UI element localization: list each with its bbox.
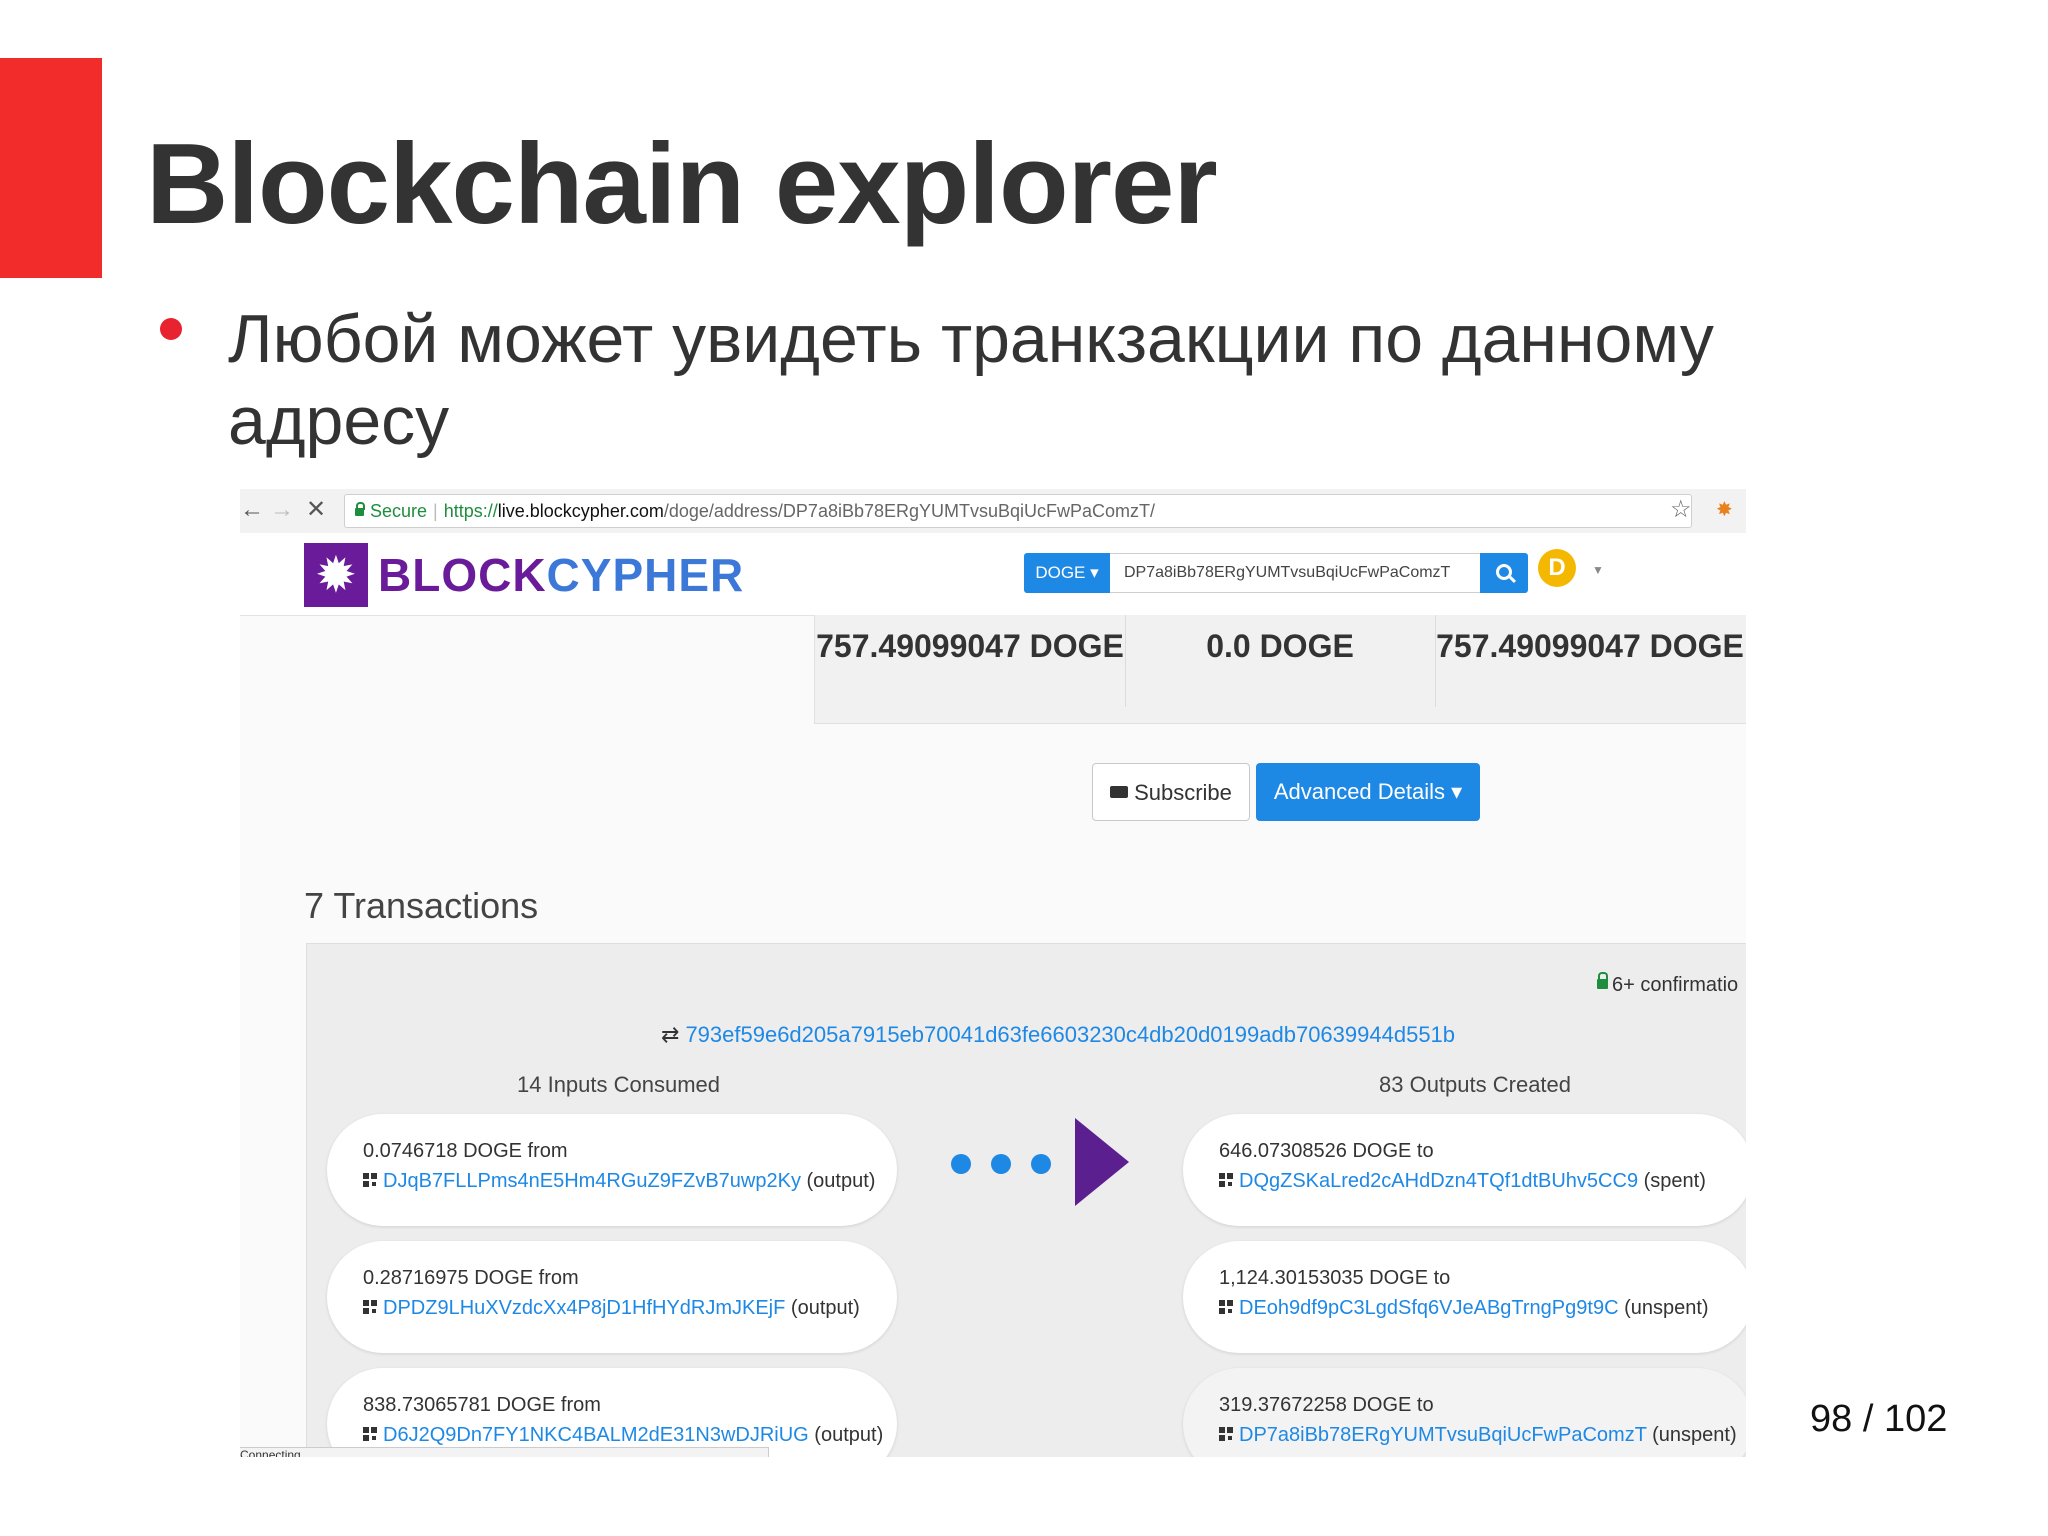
outputs-heading: 83 Outputs Created: [1379, 1072, 1572, 1097]
exchange-arrows-icon: ⇄: [661, 1022, 680, 1047]
output-item: 319.37672258 DOGE to DP7a8iBb78ERgYUMTvs…: [1183, 1368, 1746, 1457]
confirmations-text: 6+ confirmatio: [1612, 974, 1739, 996]
output-address: DP7a8iBb78ERgYUMTvsuBqiUcFwPaComzT: [1239, 1424, 1647, 1446]
lock-icon: [355, 502, 365, 517]
input-address: DPDZ9LHuXVzdcXx4P8jD1HfHYdRJmJKEjF: [383, 1297, 786, 1319]
output-amount: 319.37672258 DOGE to: [1219, 1394, 1434, 1416]
address-bar[interactable]: Secure | https://live.blockcypher.com/doge…: [344, 494, 1692, 528]
search-button[interactable]: [1480, 553, 1528, 593]
flow-dot: [991, 1154, 1011, 1174]
page-number: 98 / 102: [1810, 1398, 1948, 1440]
output-status: (unspent): [1624, 1297, 1709, 1319]
slide-accent-bar: [0, 58, 102, 278]
output-address: DQgZSKaLred2cAHdDzn4TQf1dtBUhv5CC9: [1239, 1170, 1639, 1192]
forward-icon[interactable]: →: [270, 495, 294, 525]
logo-text-cypher: CYPHER: [546, 549, 745, 601]
doge-coin-icon[interactable]: D: [1538, 549, 1576, 587]
input-address-link[interactable]: DPDZ9LHuXVzdcXx4P8jD1HfHYdRJmJKEjF (outp…: [363, 1297, 860, 1320]
subscribe-button[interactable]: Subscribe: [1092, 763, 1250, 821]
transactions-heading: 7 Transactions: [304, 885, 539, 926]
output-item: 646.07308526 DOGE to DQgZSKaLred2cAHdDzn…: [1183, 1114, 1746, 1226]
qr-code-icon: [1219, 1426, 1233, 1441]
output-address-link[interactable]: DEoh9df9pC3LgdSfq6VJeABgTrngPg9t9C (unsp…: [1219, 1297, 1709, 1320]
secure-label: Secure: [370, 501, 428, 521]
input-address-link[interactable]: D6J2Q9Dn7FY1NKC4BALM2dE31N3wDJRiUG (outp…: [363, 1424, 883, 1447]
bookmark-star-icon[interactable]: ☆: [1670, 495, 1692, 524]
input-address-link[interactable]: DJqB7FLLPms4nE5Hm4RGuZ9FZvB7uwp2Ky (outp…: [363, 1170, 875, 1193]
output-item: 1,124.30153035 DOGE to DEoh9df9pC3LgdSfq…: [1183, 1241, 1746, 1353]
input-address: D6J2Q9Dn7FY1NKC4BALM2dE31N3wDJRiUG: [383, 1424, 809, 1446]
input-item: 0.0746718 DOGE from DJqB7FLLPms4nE5Hm4RG…: [327, 1114, 897, 1226]
back-icon[interactable]: ←: [240, 495, 264, 525]
slide-title: Blockchain explorer: [146, 121, 1218, 248]
input-amount: 838.73065781 DOGE from: [363, 1394, 601, 1416]
inbox-icon: [1110, 786, 1129, 799]
input-address: DJqB7FLLPms4nE5Hm4RGuZ9FZvB7uwp2Ky: [383, 1170, 801, 1192]
confirmations-badge: 6+ confirmatio: [1597, 971, 1739, 997]
output-address-link[interactable]: DQgZSKaLred2cAHdDzn4TQf1dtBUhv5CC9 (spen…: [1219, 1170, 1706, 1193]
logo-text-block: BLOCK: [378, 549, 547, 601]
flow-arrow-icon: [1075, 1118, 1129, 1206]
output-status: (spent): [1643, 1170, 1706, 1192]
site-logo[interactable]: BLOCKCYPHER: [378, 547, 744, 603]
transaction-hash-link[interactable]: ⇄ 793ef59e6d205a7915eb70041d63fe6603230c4…: [661, 1022, 1455, 1048]
browser-screenshot: ← → ✕ Secure | https://live.blockcypher.co…: [240, 489, 1746, 1457]
output-amount: 1,124.30153035 DOGE to: [1219, 1267, 1451, 1289]
lock-icon: [1597, 971, 1608, 989]
chevron-down-icon[interactable]: ▼: [1592, 563, 1604, 577]
input-status: (output): [790, 1297, 860, 1319]
site-header: ✹ BLOCKCYPHER DOGE ▾ D ▼: [240, 533, 1746, 616]
qr-code-icon: [363, 1172, 377, 1187]
inputs-heading: 14 Inputs Consumed: [517, 1072, 721, 1097]
qr-code-icon: [1219, 1299, 1233, 1314]
subscribe-label: Subscribe: [1134, 780, 1232, 805]
flow-dot: [1031, 1154, 1051, 1174]
output-address: DEoh9df9pC3LgdSfq6VJeABgTrngPg9t9C: [1239, 1297, 1619, 1319]
input-item: 0.28716975 DOGE from DPDZ9LHuXVzdcXx4P8j…: [327, 1241, 897, 1353]
blockcypher-logo-icon[interactable]: ✹: [304, 543, 368, 607]
coin-selector[interactable]: DOGE ▾: [1024, 553, 1110, 593]
stop-icon[interactable]: ✕: [306, 495, 326, 525]
total-sent-value: 0.0 DOGE: [1206, 628, 1354, 664]
qr-code-icon: [1219, 1172, 1233, 1187]
flow-dot: [951, 1154, 971, 1174]
url-scheme: https://: [443, 501, 498, 521]
input-status: (output): [806, 1170, 876, 1192]
qr-code-icon: [363, 1426, 377, 1441]
final-balance-value: 757.49099047 DOGE: [1436, 628, 1744, 664]
advanced-details-button[interactable]: Advanced Details ▾: [1256, 763, 1480, 821]
transaction-card: 6+ confirmatio ⇄ 793ef59e6d205a7915eb7004…: [306, 943, 1746, 1457]
transaction-hash: 793ef59e6d205a7915eb70041d63fe6603230c4d…: [685, 1022, 1456, 1047]
output-amount: 646.07308526 DOGE to: [1219, 1140, 1434, 1162]
url-path: /doge/address/DP7a8iBb78ERgYUMTvsuBqiUcF…: [663, 501, 1156, 521]
address-search-input[interactable]: [1110, 553, 1480, 593]
extension-icon[interactable]: ✸: [1716, 497, 1733, 522]
url-separator: |: [433, 501, 438, 521]
input-status: (output): [814, 1424, 884, 1446]
output-address-link[interactable]: DP7a8iBb78ERgYUMTvsuBqiUcFwPaComzT (unsp…: [1219, 1424, 1737, 1447]
search-icon: [1496, 564, 1512, 580]
input-amount: 0.0746718 DOGE from: [363, 1140, 568, 1162]
qr-code-icon: [363, 1299, 377, 1314]
input-amount: 0.28716975 DOGE from: [363, 1267, 579, 1289]
bullet-text: Любой может увидеть транкзакции по данно…: [228, 301, 1714, 459]
browser-toolbar: ← → ✕ Secure | https://live.blockcypher.co…: [240, 489, 1746, 534]
browser-status-bar: Connecting...: [240, 1447, 769, 1457]
total-received-value: 757.49099047 DOGE: [816, 628, 1124, 664]
input-item: 838.73065781 DOGE from D6J2Q9Dn7FY1NKC4B…: [327, 1368, 897, 1457]
output-status: (unspent): [1652, 1424, 1737, 1446]
bullet-dot: [160, 318, 182, 340]
url-host: live.blockcypher.com: [497, 501, 664, 521]
balance-summary: 757.49099047 DOGE 0.0 DOGE 757.49099047 …: [814, 615, 1746, 724]
